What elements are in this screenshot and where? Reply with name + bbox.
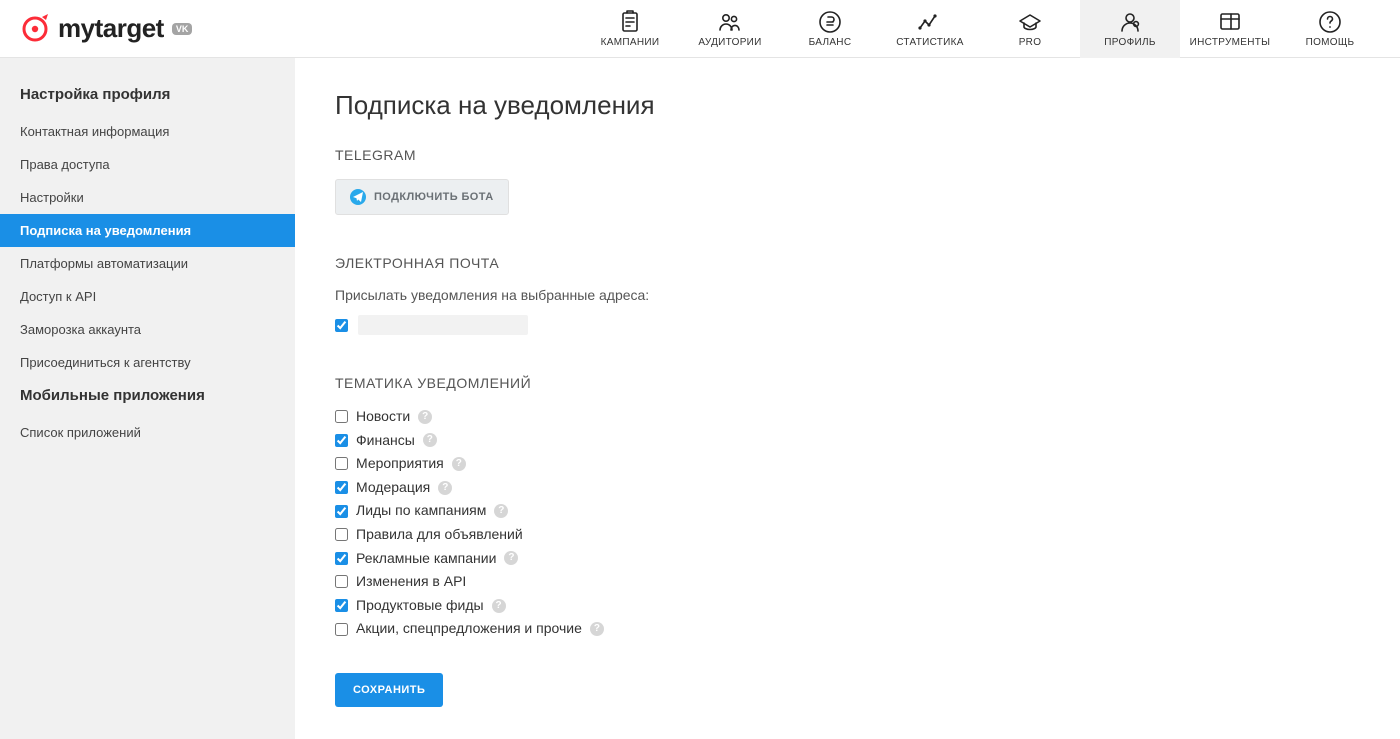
sidebar-heading-apps: Мобильные приложения bbox=[0, 379, 295, 416]
topic-label: Мероприятия bbox=[356, 454, 444, 474]
help-icon[interactable]: ? bbox=[418, 410, 432, 424]
topic-label: Новости bbox=[356, 407, 410, 427]
sidebar-item[interactable]: Подписка на уведомления bbox=[0, 214, 295, 247]
topic-label: Акции, спецпредложения и прочие bbox=[356, 619, 582, 639]
nav-campaigns[interactable]: КАМПАНИИ bbox=[580, 0, 680, 58]
profile-icon bbox=[1118, 9, 1142, 35]
topic-label: Лиды по кампаниям bbox=[356, 501, 486, 521]
nav-label: ПОМОЩЬ bbox=[1306, 37, 1355, 48]
telegram-section: TELEGRAM ПОДКЛЮЧИТЬ БОТА bbox=[335, 147, 1360, 215]
topic-checkbox[interactable] bbox=[335, 599, 348, 612]
topic-row: Продуктовые фиды? bbox=[335, 596, 1360, 616]
sidebar-item[interactable]: Заморозка аккаунта bbox=[0, 313, 295, 346]
help-icon[interactable]: ? bbox=[423, 433, 437, 447]
nav-label: ПРОФИЛЬ bbox=[1104, 37, 1155, 48]
topic-checkbox[interactable] bbox=[335, 575, 348, 588]
nav-profile[interactable]: ПРОФИЛЬ bbox=[1080, 0, 1180, 58]
page-title: Подписка на уведомления bbox=[335, 90, 1360, 121]
email-address-masked bbox=[358, 315, 528, 335]
top-header: mytarget VK КАМПАНИИ АУДИТОРИИ БАЛАНС СТАТИ… bbox=[0, 0, 1400, 58]
topic-checkbox[interactable] bbox=[335, 481, 348, 494]
topic-row: Изменения в API bbox=[335, 572, 1360, 592]
nav-label: СТАТИСТИКА bbox=[896, 37, 964, 48]
tools-icon bbox=[1218, 9, 1242, 35]
topic-label: Изменения в API bbox=[356, 572, 466, 592]
audiences-icon bbox=[717, 9, 743, 35]
campaigns-icon bbox=[618, 9, 642, 35]
nav-tools[interactable]: ИНСТРУМЕНТЫ bbox=[1180, 0, 1280, 58]
email-heading: ЭЛЕКТРОННАЯ ПОЧТА bbox=[335, 255, 1360, 271]
topic-row: Новости? bbox=[335, 407, 1360, 427]
sidebar-heading-profile: Настройка профиля bbox=[0, 78, 295, 115]
topic-row: Рекламные кампании? bbox=[335, 549, 1360, 569]
connect-telegram-button[interactable]: ПОДКЛЮЧИТЬ БОТА bbox=[335, 179, 509, 215]
balance-icon bbox=[818, 9, 842, 35]
topic-row: Лиды по кампаниям? bbox=[335, 501, 1360, 521]
telegram-icon bbox=[350, 189, 366, 205]
topic-row: Модерация? bbox=[335, 478, 1360, 498]
nav-label: БАЛАНС bbox=[809, 37, 852, 48]
topic-label: Рекламные кампании bbox=[356, 549, 496, 569]
topics-list: Новости?Финансы?Мероприятия?Модерация?Ли… bbox=[335, 407, 1360, 639]
nav-pro[interactable]: PRO bbox=[980, 0, 1080, 58]
save-button[interactable]: СОХРАНИТЬ bbox=[335, 673, 443, 707]
help-icon[interactable]: ? bbox=[590, 622, 604, 636]
topic-row: Правила для объявлений bbox=[335, 525, 1360, 545]
help-icon[interactable]: ? bbox=[452, 457, 466, 471]
email-section: ЭЛЕКТРОННАЯ ПОЧТА Присылать уведомления … bbox=[335, 255, 1360, 335]
topic-checkbox[interactable] bbox=[335, 410, 348, 423]
pro-icon bbox=[1017, 9, 1043, 35]
topic-checkbox[interactable] bbox=[335, 457, 348, 470]
topics-section: ТЕМАТИКА УВЕДОМЛЕНИЙ Новости?Финансы?Мер… bbox=[335, 375, 1360, 639]
topic-checkbox[interactable] bbox=[335, 505, 348, 518]
nav-label: PRO bbox=[1019, 37, 1042, 48]
nav-label: КАМПАНИИ bbox=[601, 37, 660, 48]
nav-stats[interactable]: СТАТИСТИКА bbox=[880, 0, 980, 58]
topic-label: Финансы bbox=[356, 431, 415, 451]
help-icon[interactable]: ? bbox=[504, 551, 518, 565]
topic-row: Мероприятия? bbox=[335, 454, 1360, 474]
nav-label: ИНСТРУМЕНТЫ bbox=[1190, 37, 1271, 48]
topics-heading: ТЕМАТИКА УВЕДОМЛЕНИЙ bbox=[335, 375, 1360, 391]
topic-label: Правила для объявлений bbox=[356, 525, 523, 545]
email-hint: Присылать уведомления на выбранные адрес… bbox=[335, 287, 1360, 303]
top-nav: КАМПАНИИ АУДИТОРИИ БАЛАНС СТАТИСТИКА PRO ПРОФ… bbox=[580, 0, 1380, 58]
sidebar-item[interactable]: Список приложений bbox=[0, 416, 295, 449]
nav-help[interactable]: ПОМОЩЬ bbox=[1280, 0, 1380, 58]
topic-row: Финансы? bbox=[335, 431, 1360, 451]
sidebar-item[interactable]: Настройки bbox=[0, 181, 295, 214]
topic-checkbox[interactable] bbox=[335, 552, 348, 565]
nav-balance[interactable]: БАЛАНС bbox=[780, 0, 880, 58]
main-content: Подписка на уведомления TELEGRAM ПОДКЛЮЧ… bbox=[295, 58, 1400, 739]
topic-row: Акции, спецпредложения и прочие? bbox=[335, 619, 1360, 639]
brand-name: mytarget bbox=[58, 13, 164, 44]
connect-telegram-label: ПОДКЛЮЧИТЬ БОТА bbox=[374, 191, 494, 203]
topic-label: Модерация bbox=[356, 478, 430, 498]
nav-label: АУДИТОРИИ bbox=[698, 37, 761, 48]
sidebar-item[interactable]: Права доступа bbox=[0, 148, 295, 181]
sidebar-item[interactable]: Присоединиться к агентству bbox=[0, 346, 295, 379]
topic-checkbox[interactable] bbox=[335, 528, 348, 541]
save-button-label: СОХРАНИТЬ bbox=[353, 684, 425, 696]
target-icon bbox=[20, 14, 50, 44]
topic-label: Продуктовые фиды bbox=[356, 596, 484, 616]
sidebar-item[interactable]: Доступ к API bbox=[0, 280, 295, 313]
email-address-checkbox[interactable] bbox=[335, 319, 348, 332]
sidebar-item[interactable]: Контактная информация bbox=[0, 115, 295, 148]
telegram-heading: TELEGRAM bbox=[335, 147, 1360, 163]
sidebar: Настройка профиляКонтактная информацияПр… bbox=[0, 58, 295, 739]
topic-checkbox[interactable] bbox=[335, 434, 348, 447]
topic-checkbox[interactable] bbox=[335, 623, 348, 636]
nav-audiences[interactable]: АУДИТОРИИ bbox=[680, 0, 780, 58]
help-icon[interactable]: ? bbox=[492, 599, 506, 613]
stats-icon bbox=[917, 9, 943, 35]
email-address-row bbox=[335, 315, 1360, 335]
help-icon bbox=[1318, 9, 1342, 35]
brand-logo[interactable]: mytarget VK bbox=[20, 13, 192, 44]
vk-badge: VK bbox=[172, 23, 193, 35]
help-icon[interactable]: ? bbox=[438, 481, 452, 495]
sidebar-item[interactable]: Платформы автоматизации bbox=[0, 247, 295, 280]
help-icon[interactable]: ? bbox=[494, 504, 508, 518]
